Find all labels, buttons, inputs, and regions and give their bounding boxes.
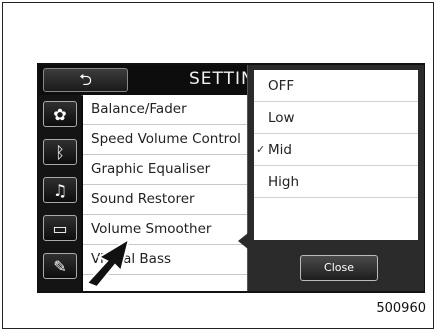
- sidebar-item-audio[interactable]: ♫: [43, 177, 77, 203]
- options-popup: OFF Low ✓ Mid High Close: [238, 65, 424, 291]
- page-title: SETTIN: [189, 69, 255, 89]
- options-list: OFF Low ✓ Mid High: [254, 70, 418, 240]
- option-low[interactable]: Low: [254, 102, 418, 134]
- sidebar-item-display[interactable]: ▭: [43, 215, 77, 241]
- wrench-icon: ✎: [53, 256, 67, 276]
- option-off[interactable]: OFF: [254, 70, 418, 102]
- sidebar-item-bluetooth[interactable]: ᛒ: [43, 139, 77, 165]
- bluetooth-icon: ᛒ: [55, 142, 65, 162]
- sidebar-item-tools[interactable]: ✎: [43, 253, 77, 279]
- option-label: Mid: [268, 142, 292, 158]
- option-mid[interactable]: ✓ Mid: [254, 134, 418, 166]
- music-note-icon: ♫: [52, 180, 68, 200]
- back-button[interactable]: ⮌: [43, 68, 128, 92]
- figure-code: 500960: [376, 301, 426, 316]
- option-label: High: [268, 174, 300, 190]
- option-label: OFF: [268, 78, 295, 94]
- back-arrow-icon: ⮌: [79, 70, 92, 89]
- option-high[interactable]: High: [254, 166, 418, 198]
- popup-pointer: [238, 233, 248, 249]
- option-label: Low: [268, 110, 295, 126]
- close-button[interactable]: Close: [300, 255, 378, 281]
- gear-icon: ✿: [53, 104, 67, 124]
- pointer-arrow-icon: [85, 237, 131, 289]
- sidebar-item-sound-settings[interactable]: ✿: [43, 101, 77, 127]
- display-icon: ▭: [52, 218, 68, 238]
- checkmark-icon: ✓: [256, 143, 266, 156]
- sidebar: ✿ ᛒ ♫ ▭ ✎: [39, 95, 81, 291]
